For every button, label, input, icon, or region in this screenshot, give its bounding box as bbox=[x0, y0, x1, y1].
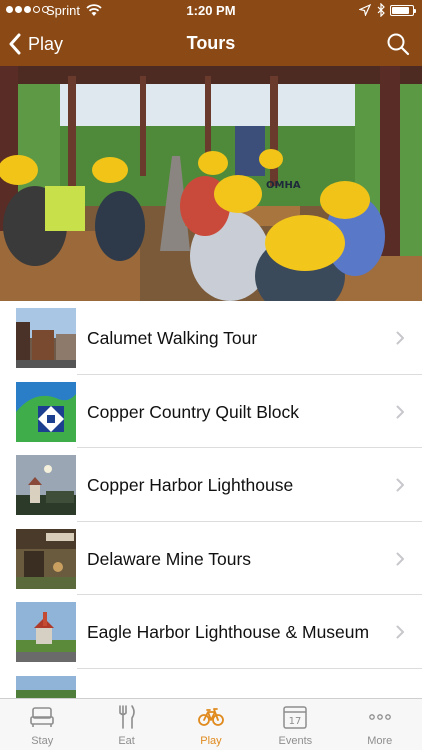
chevron-right-icon bbox=[396, 478, 404, 492]
chevron-right-icon bbox=[396, 331, 404, 345]
tab-label: Events bbox=[278, 735, 313, 747]
tab-events[interactable]: 17 Events bbox=[253, 699, 337, 750]
tour-list-item[interactable]: Eagle Harbor Lighthouse & Museum bbox=[0, 595, 422, 669]
tour-title: Delaware Mine Tours bbox=[87, 548, 252, 569]
tour-list-item[interactable]: Copper Harbor Lighthouse bbox=[0, 448, 422, 522]
battery-icon bbox=[390, 5, 416, 16]
tab-play[interactable]: Play bbox=[169, 699, 253, 750]
tour-title: Eagle Harbor Lighthouse & Museum bbox=[87, 622, 370, 642]
jacket-lettering: OMHA bbox=[266, 180, 301, 191]
tour-group-photo: OMHA bbox=[0, 66, 422, 301]
hero-image: OMHA bbox=[0, 66, 422, 301]
tab-bar: Stay Eat Play 17 Events More bbox=[0, 698, 422, 750]
tab-eat[interactable]: Eat bbox=[84, 699, 168, 750]
ellipsis-icon bbox=[367, 704, 393, 730]
search-icon[interactable] bbox=[386, 32, 410, 56]
tour-list: Calumet Walking Tour Copper Country Quilt… bbox=[0, 301, 422, 698]
chevron-right-icon bbox=[396, 625, 404, 639]
tab-more[interactable]: More bbox=[338, 699, 422, 750]
tour-title: Copper Country Quilt Block bbox=[87, 401, 300, 422]
location-arrow-icon bbox=[359, 4, 371, 16]
tab-label: Play bbox=[200, 735, 222, 747]
tour-thumbnail bbox=[16, 675, 76, 698]
chevron-right-icon bbox=[396, 405, 404, 418]
header: Sprint 1:20 PM Play Tours bbox=[0, 0, 422, 66]
tour-title: Calumet Walking Tour bbox=[87, 328, 258, 348]
tour-thumbnail bbox=[16, 528, 76, 589]
chevron-right-icon bbox=[396, 552, 404, 565]
tour-list-item[interactable]: Copper Country Quilt Block bbox=[0, 375, 422, 448]
tour-list-item[interactable]: Calumet Walking Tour bbox=[0, 301, 422, 375]
svg-text:17: 17 bbox=[289, 716, 302, 727]
page-title: Tours bbox=[186, 33, 236, 53]
tour-thumbnail bbox=[16, 602, 76, 662]
fork-knife-icon bbox=[113, 704, 139, 730]
tour-list-item[interactable]: Delaware Mine Tours bbox=[0, 522, 422, 595]
tab-label: Eat bbox=[118, 735, 135, 747]
navigation-bar: Play Tours bbox=[0, 22, 422, 66]
tab-label: More bbox=[367, 735, 393, 747]
calendar-icon: 17 bbox=[282, 704, 308, 730]
tab-label: Stay bbox=[31, 735, 54, 747]
battery-level-fill bbox=[392, 7, 409, 14]
tour-list-item-partial[interactable] bbox=[0, 669, 422, 698]
tour-thumbnail bbox=[16, 308, 76, 368]
bed-icon bbox=[29, 704, 55, 730]
bluetooth-icon bbox=[377, 3, 385, 17]
tour-thumbnail bbox=[16, 455, 76, 515]
tour-thumbnail bbox=[16, 381, 76, 442]
tour-title: Copper Harbor Lighthouse bbox=[87, 475, 294, 495]
bicycle-icon bbox=[197, 704, 224, 730]
tab-stay[interactable]: Stay bbox=[0, 699, 84, 750]
status-bar: Sprint 1:20 PM bbox=[0, 0, 422, 22]
